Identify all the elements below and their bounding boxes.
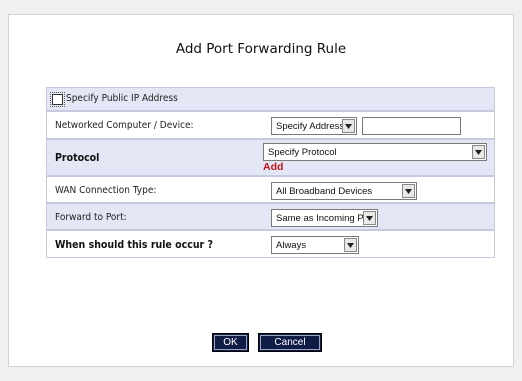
wan-type-select[interactable]: All Broadband Devices (271, 182, 417, 200)
row-schedule: When should this rule occur ? Always (46, 230, 495, 258)
public-ip-label: Specify Public IP Address (66, 93, 178, 104)
row-networked-device: Networked Computer / Device: Specify Add… (46, 111, 495, 139)
chevron-down-icon[interactable] (342, 119, 355, 133)
add-protocol-link[interactable]: Add (263, 161, 283, 173)
forward-port-label: Forward to Port: (55, 212, 127, 223)
row-protocol: Protocol Specify Protocol Add (46, 139, 495, 176)
schedule-select-value: Always (276, 240, 307, 251)
protocol-label: Protocol (55, 152, 100, 164)
schedule-select[interactable]: Always (271, 236, 359, 254)
chevron-down-icon[interactable] (363, 211, 376, 225)
schedule-label: When should this rule occur ? (55, 239, 213, 251)
wan-type-label: WAN Connection Type: (55, 185, 157, 196)
wan-type-select-value: All Broadband Devices (276, 186, 373, 197)
cancel-button[interactable]: Cancel (258, 333, 322, 352)
protocol-select-value: Specify Protocol (268, 147, 337, 158)
forward-port-select[interactable]: Same as Incoming Port (271, 209, 378, 227)
public-ip-checkbox[interactable] (50, 92, 65, 107)
protocol-select[interactable]: Specify Protocol (263, 143, 487, 161)
chevron-down-icon[interactable] (472, 145, 485, 159)
networked-device-select-value: Specify Address (276, 121, 345, 132)
ok-button[interactable]: OK (212, 333, 249, 352)
chevron-down-icon[interactable] (344, 238, 357, 252)
row-forward-port: Forward to Port: Same as Incoming Port (46, 203, 495, 230)
dialog-panel: Add Port Forwarding Rule Specify Public … (8, 14, 514, 367)
chevron-down-icon[interactable] (402, 184, 415, 198)
forward-port-select-value: Same as Incoming Port (276, 213, 375, 224)
address-input[interactable] (362, 117, 461, 135)
row-public-ip: Specify Public IP Address (46, 87, 495, 111)
row-wan-type: WAN Connection Type: All Broadband Devic… (46, 176, 495, 203)
networked-device-label: Networked Computer / Device: (55, 120, 194, 131)
networked-device-select[interactable]: Specify Address (271, 117, 357, 135)
page-title: Add Port Forwarding Rule (175, 41, 347, 57)
